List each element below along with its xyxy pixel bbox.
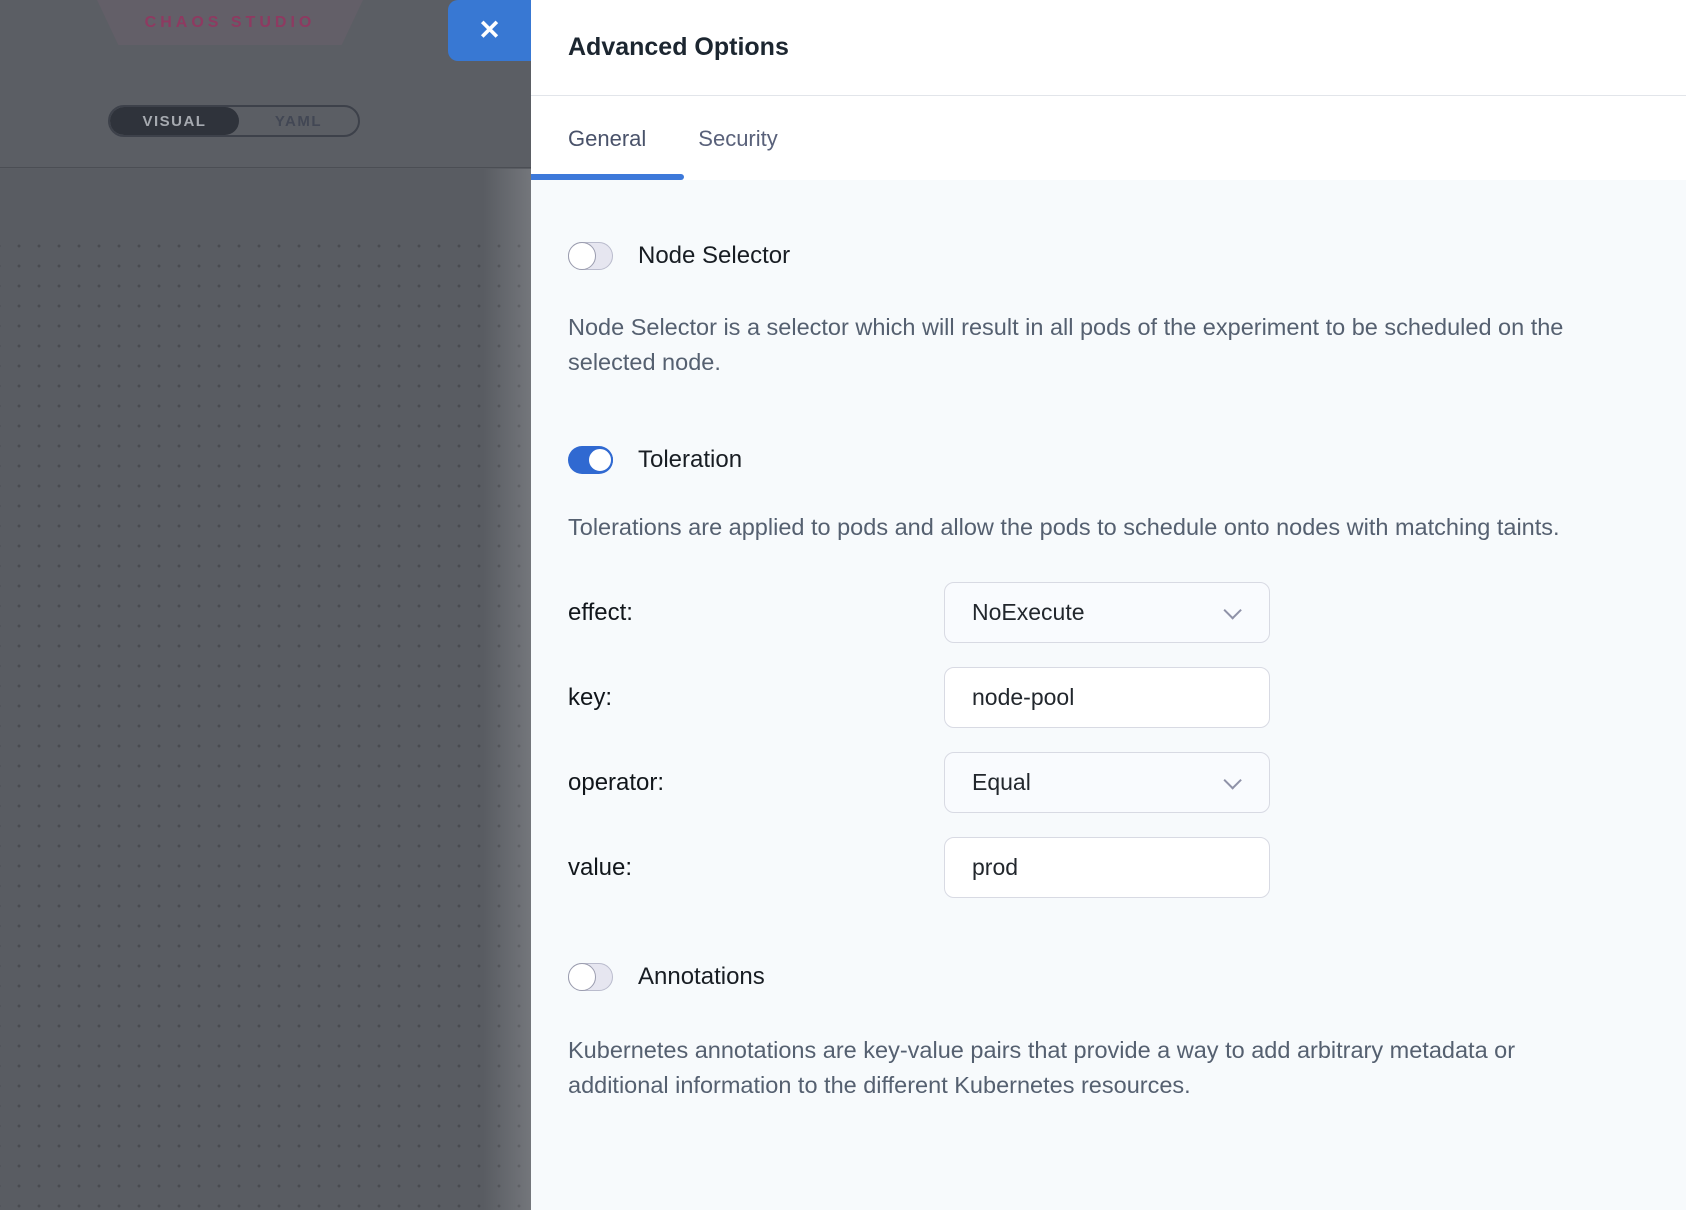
- node-selector-row: Node Selector: [568, 242, 1686, 270]
- close-icon: ✕: [478, 17, 501, 44]
- toleration-row: Toleration: [568, 446, 1686, 474]
- effect-label: effect:: [568, 599, 944, 627]
- experiment-canvas: [0, 169, 531, 1210]
- chevron-down-icon: [1223, 601, 1241, 619]
- tabbar: General Security: [531, 97, 1686, 180]
- toleration-label: Toleration: [638, 446, 742, 474]
- tab-security[interactable]: Security: [698, 126, 777, 152]
- chaos-studio-logo: CHAOS STUDIO: [97, 0, 363, 45]
- chevron-down-icon: [1223, 771, 1241, 789]
- node-selector-toggle[interactable]: [568, 242, 613, 270]
- annotations-description: Kubernetes annotations are key-value pai…: [568, 1033, 1568, 1103]
- screen: CHAOS STUDIO VISUAL YAML ✕ Advanced Opti…: [0, 0, 1686, 1210]
- key-row: key:: [568, 667, 1686, 728]
- tab-general[interactable]: General: [568, 126, 646, 152]
- toggle-knob: [568, 963, 596, 991]
- operator-row: operator: Equal: [568, 752, 1686, 813]
- node-selector-description: Node Selector is a selector which will r…: [568, 310, 1568, 380]
- annotations-label: Annotations: [638, 963, 765, 991]
- general-tab-content: Node Selector Node Selector is a selecto…: [531, 180, 1686, 1210]
- visual-yaml-toggle[interactable]: VISUAL YAML: [108, 105, 360, 137]
- key-input[interactable]: [972, 684, 1212, 711]
- operator-label: operator:: [568, 769, 944, 797]
- key-label: key:: [568, 684, 944, 712]
- advanced-options-panel: Advanced Options General Security Node S…: [531, 0, 1686, 1210]
- value-input[interactable]: [972, 854, 1212, 881]
- key-field-wrapper: [944, 667, 1270, 728]
- annotations-toggle[interactable]: [568, 963, 613, 991]
- toleration-toggle[interactable]: [568, 446, 613, 474]
- panel-edge-glow: [483, 169, 531, 1210]
- chaos-studio-logo-text: CHAOS STUDIO: [145, 14, 316, 32]
- close-drawer-button[interactable]: ✕: [448, 0, 531, 61]
- panel-header: Advanced Options: [531, 0, 1686, 96]
- operator-select[interactable]: Equal: [944, 752, 1270, 813]
- toggle-knob: [568, 242, 596, 270]
- toggle-knob: [587, 447, 613, 473]
- toleration-form: effect: NoExecute key: operator: Equa: [568, 582, 1686, 898]
- value-label: value:: [568, 854, 944, 882]
- canvas-dot-grid: [0, 230, 531, 1210]
- effect-select-value: NoExecute: [972, 599, 1085, 626]
- visual-tab[interactable]: VISUAL: [110, 107, 239, 135]
- effect-row: effect: NoExecute: [568, 582, 1686, 643]
- toleration-description: Tolerations are applied to pods and allo…: [568, 510, 1568, 545]
- yaml-tab[interactable]: YAML: [239, 107, 358, 135]
- effect-select[interactable]: NoExecute: [944, 582, 1270, 643]
- value-row: value:: [568, 837, 1686, 898]
- annotations-row: Annotations: [568, 963, 1686, 991]
- page-title: Advanced Options: [568, 33, 789, 62]
- value-field-wrapper: [944, 837, 1270, 898]
- background-app-dimmed: CHAOS STUDIO VISUAL YAML: [0, 0, 531, 1210]
- operator-select-value: Equal: [972, 769, 1031, 796]
- node-selector-label: Node Selector: [638, 242, 790, 270]
